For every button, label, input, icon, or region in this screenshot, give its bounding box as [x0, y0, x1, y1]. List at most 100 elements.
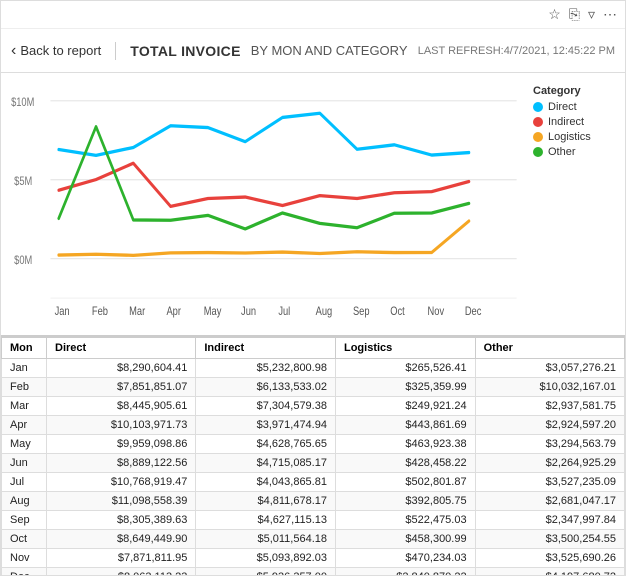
cell-3-0: Apr: [2, 416, 47, 435]
cell-6-2: $4,043,865.81: [196, 473, 336, 492]
legend-item-indirect: Indirect: [533, 116, 611, 128]
table-row: Dec$8,063,113.23$5,936,357.00$2,840,870.…: [2, 568, 625, 576]
cell-2-0: Mar: [2, 397, 47, 416]
table-row: Nov$7,871,811.95$5,093,892.03$470,234.03…: [2, 549, 625, 568]
cell-1-3: $325,359.99: [335, 378, 475, 397]
header: ‹ Back to report TOTAL INVOICE BY MON AN…: [1, 29, 625, 73]
cell-0-3: $265,526.41: [335, 359, 475, 378]
cell-5-3: $428,458.22: [335, 454, 475, 473]
cell-11-1: $8,063,113.23: [47, 568, 196, 576]
legend-title: Category: [533, 85, 611, 97]
back-label: Back to report: [20, 43, 101, 58]
legend-dot-logistics: [533, 132, 543, 142]
chart-wrapper: $10M $5M $0M Jan Feb Mar Apr May Jun Jul…: [9, 81, 527, 331]
cell-7-2: $4,811,678.17: [196, 492, 336, 511]
cell-8-4: $2,347,997.84: [475, 511, 624, 530]
legend-dot-indirect: [533, 117, 543, 127]
cell-9-2: $5,011,564.18: [196, 530, 336, 549]
col-header-indirect: Indirect: [196, 338, 336, 359]
cell-3-4: $2,924,597.20: [475, 416, 624, 435]
cell-4-1: $9,959,098.86: [47, 435, 196, 454]
legend-item-direct: Direct: [533, 101, 611, 113]
cell-7-3: $392,805.75: [335, 492, 475, 511]
legend-label-logistics: Logistics: [548, 131, 591, 143]
cell-8-3: $522,475.03: [335, 511, 475, 530]
svg-text:Aug: Aug: [316, 305, 333, 318]
cell-0-0: Jan: [2, 359, 47, 378]
cell-5-2: $4,715,085.17: [196, 454, 336, 473]
cell-11-4: $4,197,680.72: [475, 568, 624, 576]
cell-7-0: Aug: [2, 492, 47, 511]
cell-6-3: $502,801.87: [335, 473, 475, 492]
cell-5-4: $2,264,925.29: [475, 454, 624, 473]
legend-dot-direct: [533, 102, 543, 112]
cell-7-1: $11,098,558.39: [47, 492, 196, 511]
cell-6-0: Jul: [2, 473, 47, 492]
cell-4-2: $4,628,765.65: [196, 435, 336, 454]
svg-text:Mar: Mar: [129, 305, 145, 318]
cell-3-3: $443,861.69: [335, 416, 475, 435]
pin-icon[interactable]: ☆: [548, 6, 561, 23]
data-table-area: Mon Direct Indirect Logistics Other Jan$…: [1, 335, 625, 575]
back-arrow-icon: ‹: [11, 42, 16, 60]
back-button[interactable]: ‹ Back to report: [11, 42, 116, 60]
svg-text:$0M: $0M: [14, 254, 32, 267]
table-row: Oct$8,649,449.90$5,011,564.18$458,300.99…: [2, 530, 625, 549]
legend-label-indirect: Indirect: [548, 116, 584, 128]
more-icon[interactable]: ⋯: [603, 6, 617, 23]
cell-10-1: $7,871,811.95: [47, 549, 196, 568]
chart-area: $10M $5M $0M Jan Feb Mar Apr May Jun Jul…: [1, 73, 625, 335]
cell-1-1: $7,851,851.07: [47, 378, 196, 397]
cell-8-1: $8,305,389.63: [47, 511, 196, 530]
table-row: Feb$7,851,851.07$6,133,533.02$325,359.99…: [2, 378, 625, 397]
legend-label-other: Other: [548, 146, 576, 158]
cell-11-3: $2,840,870.22: [335, 568, 475, 576]
svg-text:Jan: Jan: [55, 305, 70, 318]
cell-9-4: $3,500,254.55: [475, 530, 624, 549]
svg-text:Oct: Oct: [390, 305, 405, 318]
cell-10-0: Nov: [2, 549, 47, 568]
last-refresh: LAST REFRESH:4/7/2021, 12:45:22 PM: [418, 45, 615, 57]
table-row: May$9,959,098.86$4,628,765.65$463,923.38…: [2, 435, 625, 454]
cell-1-0: Feb: [2, 378, 47, 397]
cell-5-0: Jun: [2, 454, 47, 473]
cell-4-3: $463,923.38: [335, 435, 475, 454]
svg-text:Sep: Sep: [353, 305, 370, 318]
legend-item-other: Other: [533, 146, 611, 158]
cell-2-2: $7,304,579.38: [196, 397, 336, 416]
svg-text:Jun: Jun: [241, 305, 256, 318]
table-row: Aug$11,098,558.39$4,811,678.17$392,805.7…: [2, 492, 625, 511]
cell-6-1: $10,768,919.47: [47, 473, 196, 492]
cell-10-3: $470,234.03: [335, 549, 475, 568]
cell-2-4: $2,937,581.75: [475, 397, 624, 416]
cell-1-4: $10,032,167.01: [475, 378, 624, 397]
legend-item-logistics: Logistics: [533, 131, 611, 143]
table-row: Jun$8,889,122.56$4,715,085.17$428,458.22…: [2, 454, 625, 473]
svg-text:Feb: Feb: [92, 305, 108, 318]
cell-9-3: $458,300.99: [335, 530, 475, 549]
svg-text:$5M: $5M: [14, 175, 32, 188]
cell-9-1: $8,649,449.90: [47, 530, 196, 549]
cell-5-1: $8,889,122.56: [47, 454, 196, 473]
svg-text:Nov: Nov: [428, 305, 445, 318]
svg-text:Dec: Dec: [465, 305, 482, 318]
cell-10-2: $5,093,892.03: [196, 549, 336, 568]
cell-10-4: $3,525,690.26: [475, 549, 624, 568]
table-row: Mar$8,445,905.61$7,304,579.38$249,921.24…: [2, 397, 625, 416]
cell-0-4: $3,057,276.21: [475, 359, 624, 378]
table-row: Apr$10,103,971.73$3,971,474.94$443,861.6…: [2, 416, 625, 435]
table-row: Jul$10,768,919.47$4,043,865.81$502,801.8…: [2, 473, 625, 492]
filter-icon[interactable]: ▿: [588, 6, 595, 23]
line-chart: $10M $5M $0M Jan Feb Mar Apr May Jun Jul…: [9, 81, 527, 331]
cell-4-4: $3,294,563.79: [475, 435, 624, 454]
cell-3-1: $10,103,971.73: [47, 416, 196, 435]
cell-4-0: May: [2, 435, 47, 454]
copy-icon[interactable]: ⎘: [569, 6, 580, 23]
col-header-other: Other: [475, 338, 624, 359]
col-header-direct: Direct: [47, 338, 196, 359]
svg-text:Apr: Apr: [166, 305, 181, 318]
table-row: Sep$8,305,389.63$4,627,115.13$522,475.03…: [2, 511, 625, 530]
chart-legend: Category Direct Indirect Logistics Other: [527, 81, 617, 331]
cell-0-1: $8,290,604.41: [47, 359, 196, 378]
cell-7-4: $2,681,047.17: [475, 492, 624, 511]
